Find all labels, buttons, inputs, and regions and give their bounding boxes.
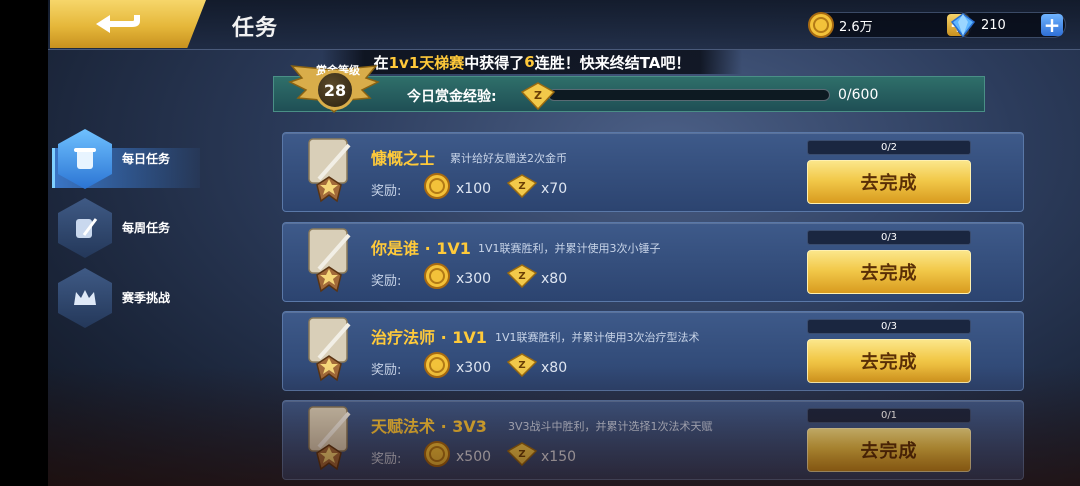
gold-coin-icon — [424, 173, 450, 199]
gold-coin-icon — [807, 11, 835, 39]
task-name: 治疗法师 · 1V1 — [371, 328, 487, 347]
task-description: 1V1联赛胜利，并累计使用3次治疗型法术 — [495, 331, 700, 344]
exp-gem-icon: Z — [507, 174, 537, 198]
task-card: 你是谁 · 1V1 1V1联赛胜利，并累计使用3次小锤子 奖励: x300 Z … — [282, 222, 1024, 302]
sidebar-item-label: 每日任务 — [122, 152, 171, 166]
task-description: 累计给好友赠送2次金币 — [450, 152, 567, 165]
coin-reward: x500 — [456, 449, 492, 465]
gold-coin-icon — [424, 352, 450, 378]
daily-exp-label: 今日赏金经验: — [407, 89, 497, 105]
gold-amount: 2.6万 — [839, 19, 873, 35]
reward-label: 奖励: — [371, 274, 402, 289]
coin-reward: x100 — [456, 181, 492, 197]
task-progress-text: 0/1 — [880, 410, 898, 421]
exp-gem-icon: Z — [521, 82, 555, 110]
task-name: 慷慨之士 — [371, 149, 436, 168]
svg-text:Z: Z — [518, 360, 525, 371]
task-card: 治疗法师 · 1V1 1V1联赛胜利，并累计使用3次治疗型法术 奖励: x300… — [282, 311, 1024, 391]
gold-coin-icon — [424, 263, 450, 289]
task-card: 慷慨之士 累计给好友赠送2次金币 奖励: x100 Z x70 0/2 去完成 — [282, 132, 1024, 212]
task-emblem-icon — [308, 406, 351, 471]
svg-text:Z: Z — [534, 89, 542, 102]
task-emblem-icon — [308, 138, 351, 203]
bounty-level-value: 28 — [323, 80, 347, 100]
daily-exp-value: 0/600 — [838, 87, 879, 103]
task-progress-text: 0/3 — [880, 232, 898, 243]
exp-gem-icon: Z — [507, 264, 537, 288]
exp-reward: x80 — [541, 360, 568, 376]
coin-reward: x300 — [456, 360, 492, 376]
left-black-strip — [0, 0, 48, 486]
reward-label: 奖励: — [371, 452, 402, 467]
gem-display: 210 + — [950, 12, 1066, 38]
svg-text:Z: Z — [518, 449, 525, 460]
task-screen: 任务 2.6万 + 210 + 在 1v1天梯赛 中获得了 6 连胜！快来终结T… — [48, 0, 1080, 486]
task-description: 1V1联赛胜利，并累计使用3次小锤子 — [478, 242, 661, 255]
exp-gem-icon: Z — [507, 353, 537, 377]
announce-text-2: 中获得了 — [464, 53, 525, 72]
bounty-level-badge: 28 — [315, 70, 355, 110]
page-title: 任务 — [232, 16, 279, 41]
svg-text:Z: Z — [518, 181, 525, 192]
go-complete-button[interactable]: 去完成 — [807, 250, 971, 294]
task-progress-text: 0/2 — [880, 142, 898, 153]
reward-label: 奖励: — [371, 363, 402, 378]
sidebar-item-label: 每周任务 — [122, 221, 171, 235]
sidebar-item-weekly[interactable]: 每周任务 — [58, 197, 198, 259]
quill-icon — [58, 198, 112, 258]
exp-reward: x80 — [541, 271, 568, 287]
diamond-icon — [949, 11, 977, 39]
gem-amount: 210 — [981, 17, 1006, 33]
svg-text:Z: Z — [518, 271, 525, 282]
back-button[interactable] — [50, 0, 206, 48]
daily-exp-progress-bar — [548, 89, 830, 101]
task-name: 天赋法术 · 3V3 — [371, 417, 487, 436]
sidebar-item-season[interactable]: 赛季挑战 — [58, 267, 198, 329]
go-complete-button[interactable]: 去完成 — [807, 428, 971, 472]
back-arrow-icon — [96, 15, 140, 33]
announce-text-3: 连胜！快来终结TA吧！ — [534, 53, 691, 72]
go-complete-button[interactable]: 去完成 — [807, 160, 971, 204]
task-emblem-icon — [308, 317, 351, 382]
task-progress-text: 0/3 — [880, 321, 898, 332]
gold-coin-icon — [424, 441, 450, 467]
task-description: 3V3战斗中胜利，并累计选择1次法术天赋 — [508, 420, 713, 433]
task-name: 你是谁 · 1V1 — [371, 239, 471, 258]
exp-reward: x150 — [541, 449, 577, 465]
exp-gem-icon: Z — [507, 442, 537, 466]
coin-reward: x300 — [456, 271, 492, 287]
announce-count: 6 — [524, 53, 535, 71]
win-streak-announcement: 在 1v1天梯赛 中获得了 6 连胜！快来终结TA吧！ — [322, 50, 742, 74]
go-complete-button[interactable]: 去完成 — [807, 339, 971, 383]
sidebar-item-label: 赛季挑战 — [122, 291, 171, 305]
exp-reward: x70 — [541, 181, 568, 197]
task-emblem-icon — [308, 228, 351, 293]
crown-icon — [58, 268, 112, 328]
plus-icon: + — [1043, 13, 1061, 37]
reward-label: 奖励: — [371, 184, 402, 199]
announce-mode: 1v1天梯赛 — [388, 53, 465, 72]
top-bar: 任务 2.6万 + 210 + — [48, 0, 1080, 50]
scroll-icon — [58, 129, 112, 189]
task-card: 天赋法术 · 3V3 3V3战斗中胜利，并累计选择1次法术天赋 奖励: x500… — [282, 400, 1024, 480]
add-gem-button[interactable]: + — [1041, 14, 1063, 36]
sidebar-item-daily[interactable]: 每日任务 — [58, 128, 198, 190]
